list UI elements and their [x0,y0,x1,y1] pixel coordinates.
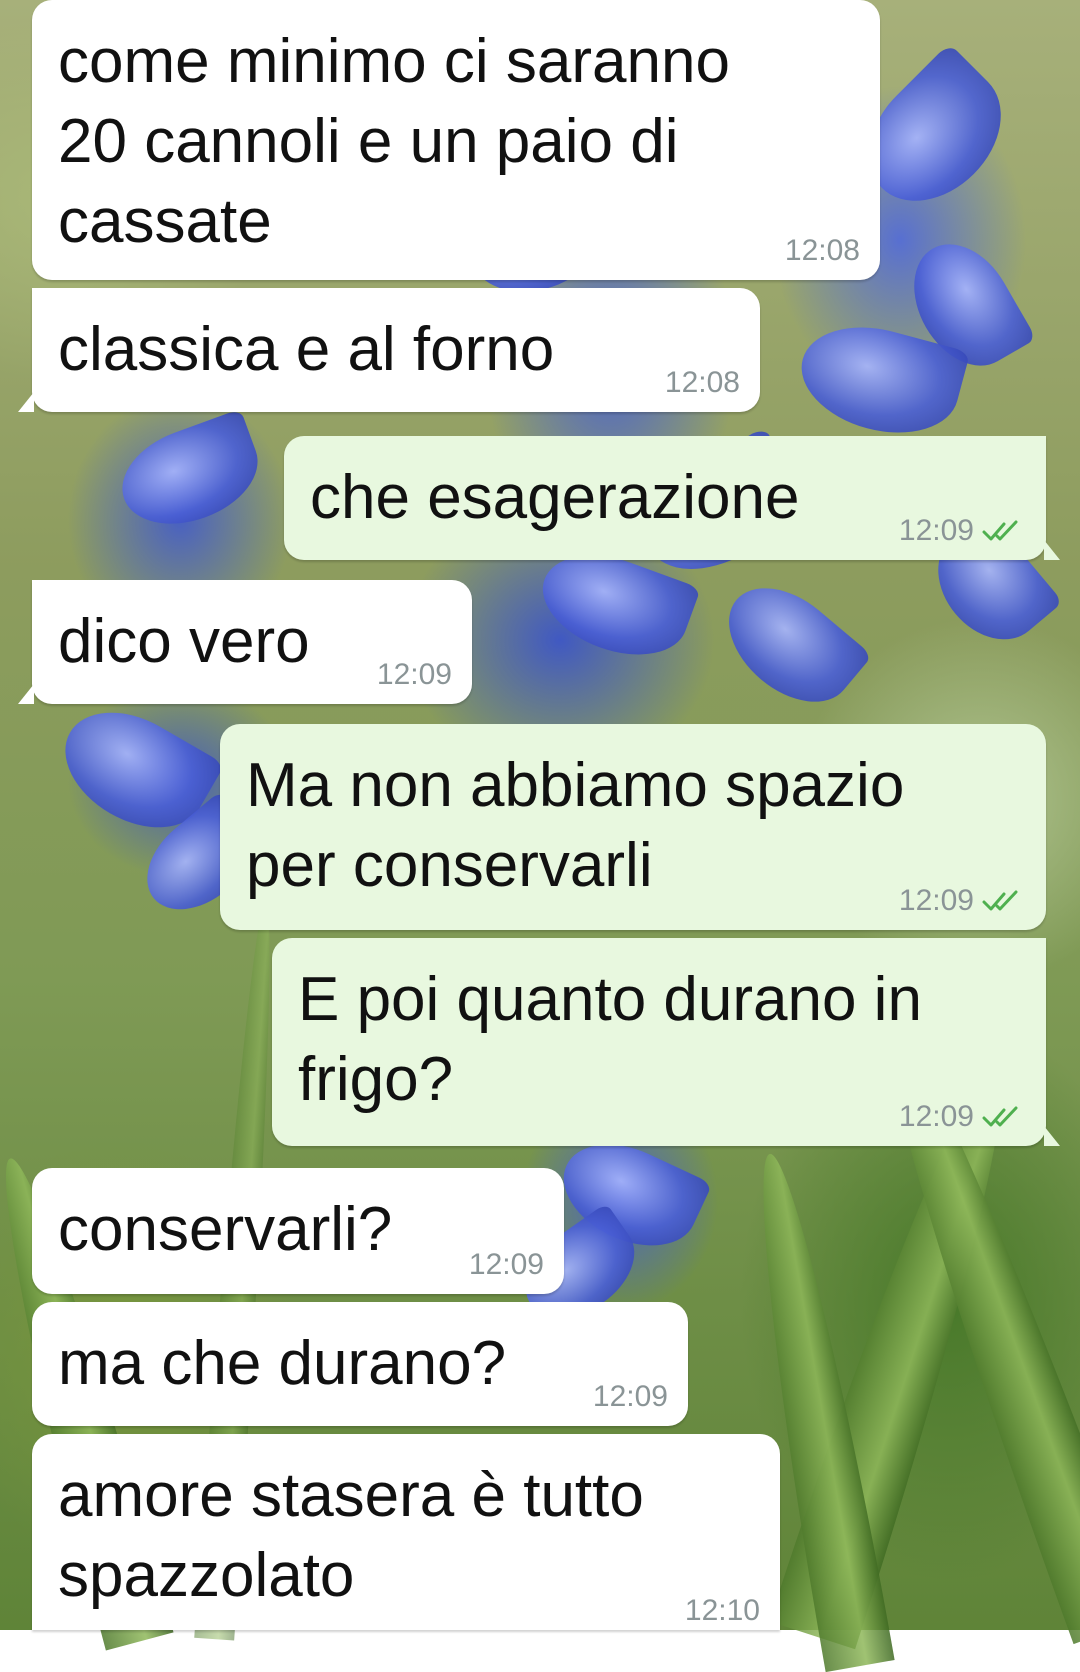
message-text: E poi quanto durano in frigo? [298,965,922,1114]
message-meta: 12:09 [377,660,452,690]
message-incoming[interactable]: conservarli? 12:09 [32,1168,564,1294]
message-meta: 12:09 [593,1382,668,1412]
message-text: conservarli? [58,1195,393,1264]
message-outgoing[interactable]: che esagerazione 12:09 [284,436,1060,560]
message-time: 12:09 [898,884,974,917]
message-meta: 12:08 [665,368,740,398]
double-check-read-icon [982,1106,1018,1127]
message-list: come minimo ci saranno 20 cannoli e un p… [0,0,1080,1630]
double-check-read-icon [982,890,1018,911]
message-meta: 12:08 [785,236,860,266]
message-meta: 12:09 [899,886,1026,916]
message-text: classica e al forno [58,315,555,384]
message-time: 12:09 [468,1248,544,1281]
message-text: ma che durano? [58,1329,507,1398]
message-outgoing[interactable]: Ma non abbiamo spazio per conservarli 12… [220,724,1046,930]
message-meta: 12:10 [685,1596,760,1626]
message-text: Ma non abbiamo spazio per conservarli [246,751,905,900]
message-meta: 12:09 [899,516,1026,546]
message-meta: 12:09 [469,1250,544,1280]
message-incoming[interactable]: come minimo ci saranno 20 cannoli e un p… [32,0,880,280]
message-text: amore stasera è tutto spazzolato [58,1461,644,1610]
message-incoming[interactable]: ma che durano? 12:09 [32,1302,688,1426]
message-time: 12:09 [898,1100,974,1133]
message-outgoing[interactable]: E poi quanto durano in frigo? 12:09 [272,938,1060,1146]
message-meta: 12:09 [899,1102,1026,1132]
message-time: 12:10 [684,1594,760,1627]
message-time: 12:08 [784,234,860,267]
message-time: 12:09 [592,1380,668,1413]
message-time: 12:09 [376,658,452,691]
message-incoming[interactable]: classica e al forno 12:08 [18,288,760,412]
double-check-read-icon [982,520,1018,541]
message-incoming[interactable]: dico vero 12:09 [18,580,472,704]
message-text: come minimo ci saranno 20 cannoli e un p… [58,27,730,256]
message-time: 12:08 [664,366,740,399]
message-time: 12:09 [898,514,974,547]
message-incoming[interactable]: amore stasera è tutto spazzolato 12:10 [32,1434,780,1630]
